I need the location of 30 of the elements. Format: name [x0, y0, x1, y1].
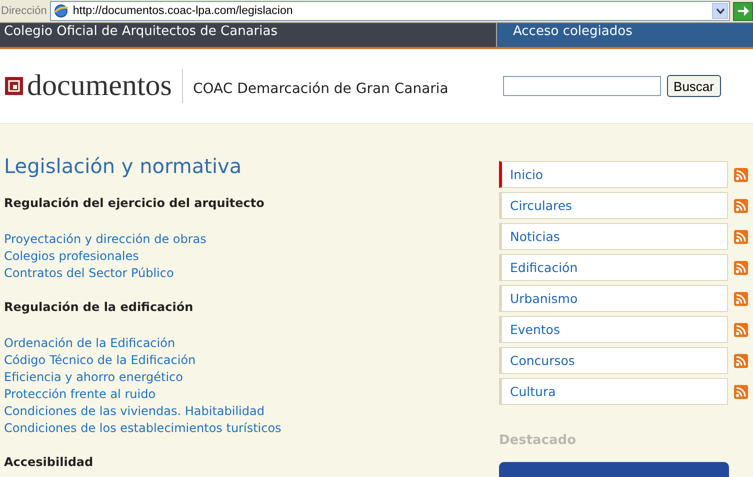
nav-item[interactable]: Concursos — [499, 347, 728, 374]
legislation-link[interactable]: Eficiencia y ahorro energético — [4, 369, 183, 386]
nav-item[interactable]: Eventos — [499, 316, 728, 343]
section-heading: Regulación del ejercicio del arquitecto — [4, 196, 264, 210]
page-title: Legislación y normativa — [4, 154, 242, 178]
legislation-link[interactable]: Código Técnico de la Edificación — [4, 352, 196, 369]
logo-text: documentos — [27, 69, 183, 103]
section-heading: Accesibilidad — [4, 455, 94, 469]
legislation-link[interactable]: Ordenación de la Edificación — [4, 335, 176, 352]
address-label: Dirección — [0, 5, 47, 17]
login-link[interactable]: Acceso colegiados — [497, 23, 753, 47]
legislation-link[interactable]: Contratos del Sector Público — [4, 265, 174, 282]
section-heading: Regulación de la edificación — [4, 300, 194, 314]
site-subtitle: COAC Demarcación de Gran Canaria — [192, 81, 448, 97]
url-text: http://documentos.coac-lpa.com/legislacion — [72, 5, 294, 17]
legislation-link[interactable]: Colegios profesionales — [4, 248, 139, 265]
url-field[interactable]: http://documentos.coac-lpa.com/legislacion — [50, 1, 730, 21]
org-name: Colegio Oficial de Arquitectos de Canarias — [4, 24, 278, 39]
legislation-link[interactable]: Protección frente al ruido — [4, 386, 156, 403]
search-button[interactable]: Buscar — [666, 75, 721, 97]
nav-item[interactable]: Noticias — [499, 223, 728, 250]
featured-heading: Destacado — [499, 433, 578, 448]
nav-item[interactable]: Cultura — [499, 378, 728, 405]
nav-item[interactable]: Inicio — [499, 161, 728, 188]
legislation-link[interactable]: Condiciones de las viviendas. Habitabilidad — [4, 403, 264, 420]
nav-item[interactable]: Circulares — [499, 192, 728, 219]
legislation-link[interactable]: Proyectación y dirección de obras — [4, 231, 206, 248]
legislation-link[interactable]: Condiciones de los establecimientos turísticos — [4, 420, 282, 437]
nav-item[interactable]: Edificación — [499, 254, 728, 281]
nav-item[interactable]: Urbanismo — [499, 285, 728, 312]
